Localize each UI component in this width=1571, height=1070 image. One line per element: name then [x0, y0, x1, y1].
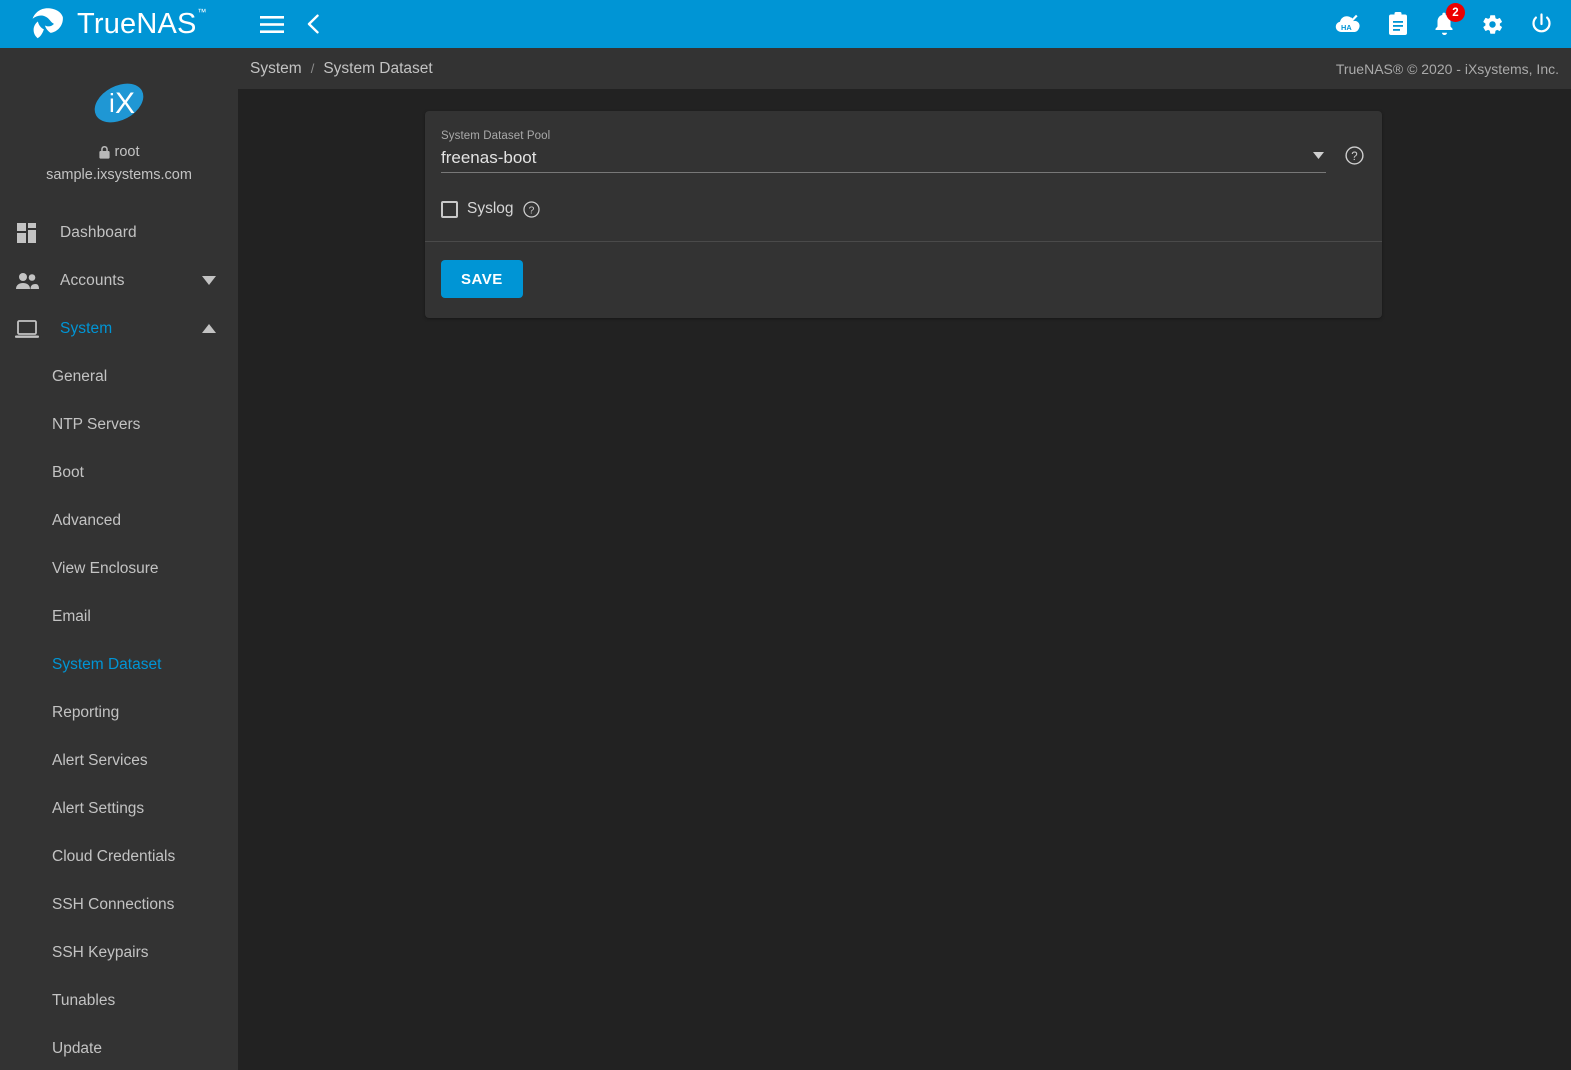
chevron-left-icon[interactable]: [306, 14, 319, 34]
chevron-down-icon[interactable]: [202, 272, 216, 290]
syslog-label: Syslog: [467, 200, 514, 218]
pool-select[interactable]: freenas-boot: [441, 146, 1326, 173]
brand-name-text: TrueNAS: [77, 8, 197, 40]
sidebar-subitem-ntp-servers[interactable]: NTP Servers: [0, 401, 238, 449]
sidebar-subitem-label: View Enclosure: [52, 560, 159, 578]
sidebar-subitem-alert-services[interactable]: Alert Services: [0, 737, 238, 785]
truenas-wave-logo-icon: [30, 7, 66, 41]
svg-text:?: ?: [1351, 151, 1357, 163]
sidebar-subitem-reporting[interactable]: Reporting: [0, 689, 238, 737]
sidebar-subitem-label: SSH Keypairs: [52, 944, 148, 962]
current-user: root: [99, 144, 140, 160]
sidebar-subitem-cloud-credentials[interactable]: Cloud Credentials: [0, 833, 238, 881]
sidebar-subitem-label: Update: [52, 1040, 102, 1058]
sidebar-subitem-label: Reporting: [52, 704, 119, 722]
ha-cloud-status-icon[interactable]: HA: [1335, 13, 1362, 35]
svg-text:X: X: [115, 87, 135, 120]
sidebar-subitem-label: System Dataset: [52, 656, 161, 674]
content-area: System Dataset Pool freenas-boot ?: [238, 89, 1571, 1070]
power-button-icon[interactable]: [1530, 13, 1553, 36]
username-label: root: [115, 144, 140, 160]
sidebar-subitem-alert-settings[interactable]: Alert Settings: [0, 785, 238, 833]
sidebar-item-label: Accounts: [60, 272, 125, 290]
save-button[interactable]: SAVE: [441, 260, 523, 298]
sidebar-subitem-general[interactable]: General: [0, 353, 238, 401]
clipboard-jobs-icon[interactable]: [1388, 12, 1408, 36]
alerts-count-badge: 2: [1446, 3, 1465, 22]
sidebar-subitem-label: Cloud Credentials: [52, 848, 175, 866]
form-footer: SAVE: [425, 242, 1382, 318]
sidebar-subitem-label: Alert Settings: [52, 800, 144, 818]
chevron-up-icon[interactable]: [202, 320, 216, 338]
hostname-label: sample.ixsystems.com: [46, 167, 192, 183]
sidebar-subitem-label: Tunables: [52, 992, 115, 1010]
copyright-text: TrueNAS® © 2020 - iXsystems, Inc.: [1336, 61, 1559, 77]
sidebar-subitem-label: SSH Connections: [52, 896, 174, 914]
truenas-app-window: TrueNAS™ i X root sample.ixsystems.com: [0, 0, 1571, 1070]
main-pane: HA 2: [238, 0, 1571, 1070]
dropdown-caret-icon[interactable]: [1313, 146, 1324, 164]
sidebar-subitem-update[interactable]: Update: [0, 1025, 238, 1070]
syslog-checkbox[interactable]: [441, 201, 458, 218]
breadcrumb: System / System Dataset TrueNAS® © 2020 …: [238, 48, 1571, 89]
bell-notifications-icon[interactable]: 2: [1434, 12, 1455, 36]
svg-text:i: i: [109, 88, 115, 118]
sidebar-subitem-email[interactable]: Email: [0, 593, 238, 641]
sidebar-subitem-label: NTP Servers: [52, 416, 140, 434]
sidebar-subitem-ssh-keypairs[interactable]: SSH Keypairs: [0, 929, 238, 977]
brand-trademark: ™: [197, 8, 206, 17]
brand-header[interactable]: TrueNAS™: [0, 0, 238, 48]
sidebar-item-system[interactable]: System: [0, 305, 238, 353]
sidebar-subitem-label: Alert Services: [52, 752, 148, 770]
gear-settings-icon[interactable]: [1481, 13, 1504, 36]
breadcrumb-current: System Dataset: [323, 60, 432, 78]
dashboard-grid-icon: [12, 221, 42, 245]
sidebar-subitem-view-enclosure[interactable]: View Enclosure: [0, 545, 238, 593]
sidebar-item-accounts[interactable]: Accounts: [0, 257, 238, 305]
sidebar-subitem-boot[interactable]: Boot: [0, 449, 238, 497]
sidebar-subitem-system-dataset[interactable]: System Dataset: [0, 641, 238, 689]
svg-text:HA: HA: [1341, 23, 1352, 32]
sidebar-item-dashboard[interactable]: Dashboard: [0, 209, 238, 257]
sidebar-subitem-advanced[interactable]: Advanced: [0, 497, 238, 545]
sidebar-subitem-ssh-connections[interactable]: SSH Connections: [0, 881, 238, 929]
lock-icon: [99, 146, 110, 159]
brand-name: TrueNAS™: [77, 10, 197, 39]
sidebar-subitem-label: Boot: [52, 464, 84, 482]
main-navigation: Dashboard Accounts: [0, 209, 238, 1070]
sidebar-subitem-label: Advanced: [52, 512, 121, 530]
sidebar-subitem-tunables[interactable]: Tunables: [0, 977, 238, 1025]
help-circle-icon[interactable]: ?: [523, 201, 540, 218]
form-body: System Dataset Pool freenas-boot ?: [425, 111, 1382, 241]
sidebar: TrueNAS™ i X root sample.ixsystems.com: [0, 0, 238, 1070]
help-circle-icon[interactable]: ?: [1345, 146, 1364, 170]
hamburger-menu-icon[interactable]: [260, 16, 284, 33]
ixsystems-logo-icon: i X: [89, 78, 149, 128]
user-info-block: i X root sample.ixsystems.com: [0, 48, 238, 183]
breadcrumb-parent-link[interactable]: System: [250, 60, 302, 78]
top-toolbar: HA 2: [238, 0, 1571, 48]
sidebar-subitem-label: General: [52, 368, 107, 386]
people-icon: [12, 269, 42, 293]
sidebar-item-label: Dashboard: [60, 224, 137, 242]
pool-field-label: System Dataset Pool: [441, 130, 1366, 142]
breadcrumb-separator: /: [311, 61, 315, 76]
svg-text:?: ?: [528, 205, 534, 216]
pool-selected-value: freenas-boot: [441, 147, 1313, 168]
system-dataset-form-card: System Dataset Pool freenas-boot ?: [425, 111, 1382, 318]
laptop-icon: [12, 317, 42, 341]
system-dataset-pool-field: System Dataset Pool freenas-boot ?: [441, 127, 1366, 173]
syslog-checkbox-row: Syslog ?: [441, 200, 1366, 227]
system-submenu: General NTP Servers Boot Advanced View Enclo…: [0, 353, 238, 1070]
sidebar-item-label: System: [60, 320, 112, 338]
sidebar-subitem-label: Email: [52, 608, 91, 626]
